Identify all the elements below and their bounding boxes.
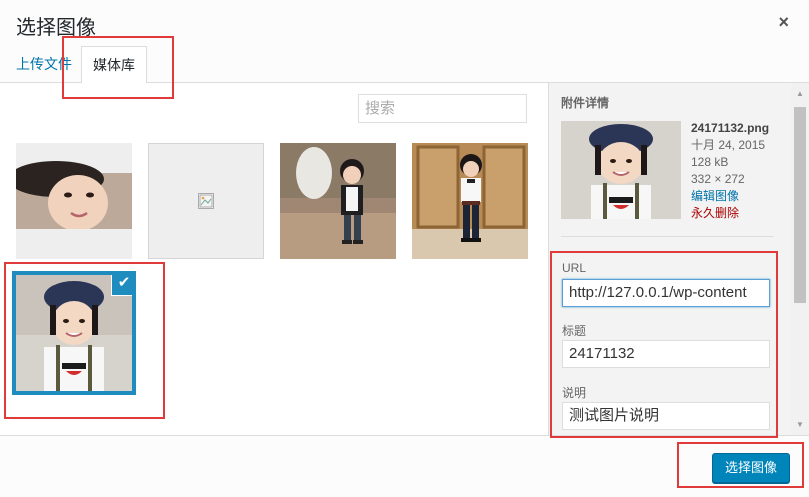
url-field[interactable]: http://127.0.0.1/wp-content <box>562 279 770 307</box>
select-image-button[interactable]: 选择图像 <box>712 453 790 483</box>
attachment-meta: 24171132.png 十月 24, 2015 128 kB 332 × 27… <box>691 120 769 222</box>
attachment-thumbnail-selected[interactable]: ✔ <box>12 271 136 395</box>
image-thumbnail-icon <box>412 143 528 259</box>
url-label: URL <box>562 261 587 275</box>
attachment-thumbnail[interactable] <box>16 143 132 259</box>
attachment-date: 十月 24, 2015 <box>691 138 766 152</box>
media-router-tabs: 上传文件 媒体库 <box>0 46 809 84</box>
title-field[interactable]: 24171132 <box>562 340 770 368</box>
scroll-down-icon[interactable]: ▼ <box>796 420 804 429</box>
attachment-details-heading: 附件详情 <box>561 96 610 110</box>
attachment-thumbnail-broken[interactable] <box>148 143 264 259</box>
attachment-preview-image <box>561 121 681 219</box>
media-modal: 选择图像 × 上传文件 媒体库 搜索 ✔ 附件详情 24171132.png 十… <box>0 0 809 497</box>
attachment-dimensions: 332 × 272 <box>691 172 745 186</box>
divider <box>561 236 774 237</box>
title-label: 标题 <box>562 324 587 338</box>
attachment-filesize: 128 kB <box>691 155 729 169</box>
edit-image-link[interactable]: 编辑图像 <box>691 188 769 205</box>
attachment-filename: 24171132.png <box>691 121 770 135</box>
caption-field[interactable]: 测试图片说明 <box>562 402 770 430</box>
modal-title: 选择图像 <box>16 17 96 39</box>
scroll-up-icon[interactable]: ▲ <box>796 89 804 98</box>
tab-upload-files[interactable]: 上传文件 <box>6 46 82 83</box>
search-input[interactable] <box>358 94 527 123</box>
delete-permanently-link[interactable]: 永久删除 <box>691 205 769 222</box>
attachment-thumbnail[interactable] <box>412 143 528 259</box>
scrollbar-thumb[interactable] <box>794 107 806 303</box>
image-thumbnail-icon <box>280 143 396 259</box>
image-thumbnail-icon <box>561 121 681 219</box>
attachments-browser: ✔ <box>0 83 548 435</box>
attachment-details-sidebar: 附件详情 24171132.png 十月 24, 2015 128 kB 332… <box>548 83 791 435</box>
tab-media-library[interactable]: 媒体库 <box>81 46 147 84</box>
checkmark-icon[interactable]: ✔ <box>112 275 132 295</box>
sidebar-scrollbar[interactable]: ▲ ▼ <box>791 83 809 435</box>
attachment-thumbnail[interactable] <box>280 143 396 259</box>
caption-label: 说明 <box>562 386 587 400</box>
image-thumbnail-icon <box>16 143 132 259</box>
close-icon[interactable]: × <box>778 12 789 33</box>
media-toolbar: 选择图像 <box>0 435 809 497</box>
broken-image-icon <box>198 193 214 209</box>
